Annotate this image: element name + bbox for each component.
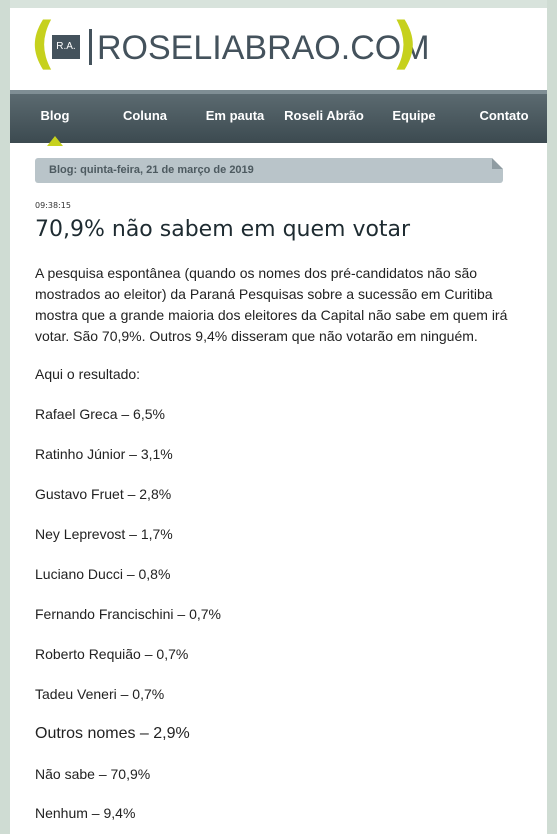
date-heading: Blog: quinta-feira, 21 de março de 2019 (49, 164, 254, 176)
logo-initials[interactable]: R.A. (52, 35, 80, 59)
nav-item-contato[interactable]: Contato (476, 108, 532, 123)
nav-item-equipe[interactable]: Equipe (388, 108, 440, 123)
result-line: Rafael Greca – 6,5% (35, 406, 165, 422)
result-line: Nenhum – 9,4% (35, 805, 136, 821)
post-timestamp: 09:38:15 (35, 201, 71, 210)
logo-separator (89, 29, 92, 65)
results-intro: Aqui o resultado: (35, 366, 141, 382)
result-line: Roberto Requião – 0,7% (35, 646, 189, 662)
result-line: Gustavo Fruet – 2,8% (35, 486, 172, 502)
nav-item-blog[interactable]: Blog (40, 108, 70, 123)
nav-item-roseli-abrao[interactable]: Roseli Abrão (282, 108, 366, 123)
result-line: Ratinho Júnior – 3,1% (35, 446, 173, 462)
active-nav-indicator (47, 136, 63, 146)
result-line: Não sabe – 70,9% (35, 766, 151, 782)
page-container: ( R.A. ROSELIABRAO.COM ) Blog Coluna Em … (10, 8, 547, 834)
result-line: Fernando Francischini – 0,7% (35, 606, 221, 622)
site-logo-text[interactable]: ROSELIABRAO.COM (97, 28, 430, 68)
nav-item-coluna[interactable]: Coluna (118, 108, 172, 123)
site-header: ( R.A. ROSELIABRAO.COM ) (10, 8, 547, 90)
page-border-right (547, 0, 557, 834)
folded-corner (492, 158, 503, 169)
post-intro-paragraph: A pesquisa espontânea (quando os nomes d… (35, 265, 508, 344)
result-line: Outros nomes – 2,9% (35, 725, 190, 742)
date-heading-bar: Blog: quinta-feira, 21 de março de 2019 (35, 158, 503, 183)
logo-paren-right: ) (392, 11, 418, 76)
result-line: Ney Leprevost – 1,7% (35, 526, 173, 542)
post-title[interactable]: 70,9% não sabem em quem votar (35, 217, 410, 242)
page-border-left (0, 0, 10, 834)
result-line: Luciano Ducci – 0,8% (35, 566, 171, 582)
main-navigation: Blog Coluna Em pauta Roseli Abrão Equipe… (10, 90, 547, 146)
nav-item-em-pauta[interactable]: Em pauta (200, 108, 270, 123)
result-line: Tadeu Veneri – 0,7% (35, 686, 165, 702)
